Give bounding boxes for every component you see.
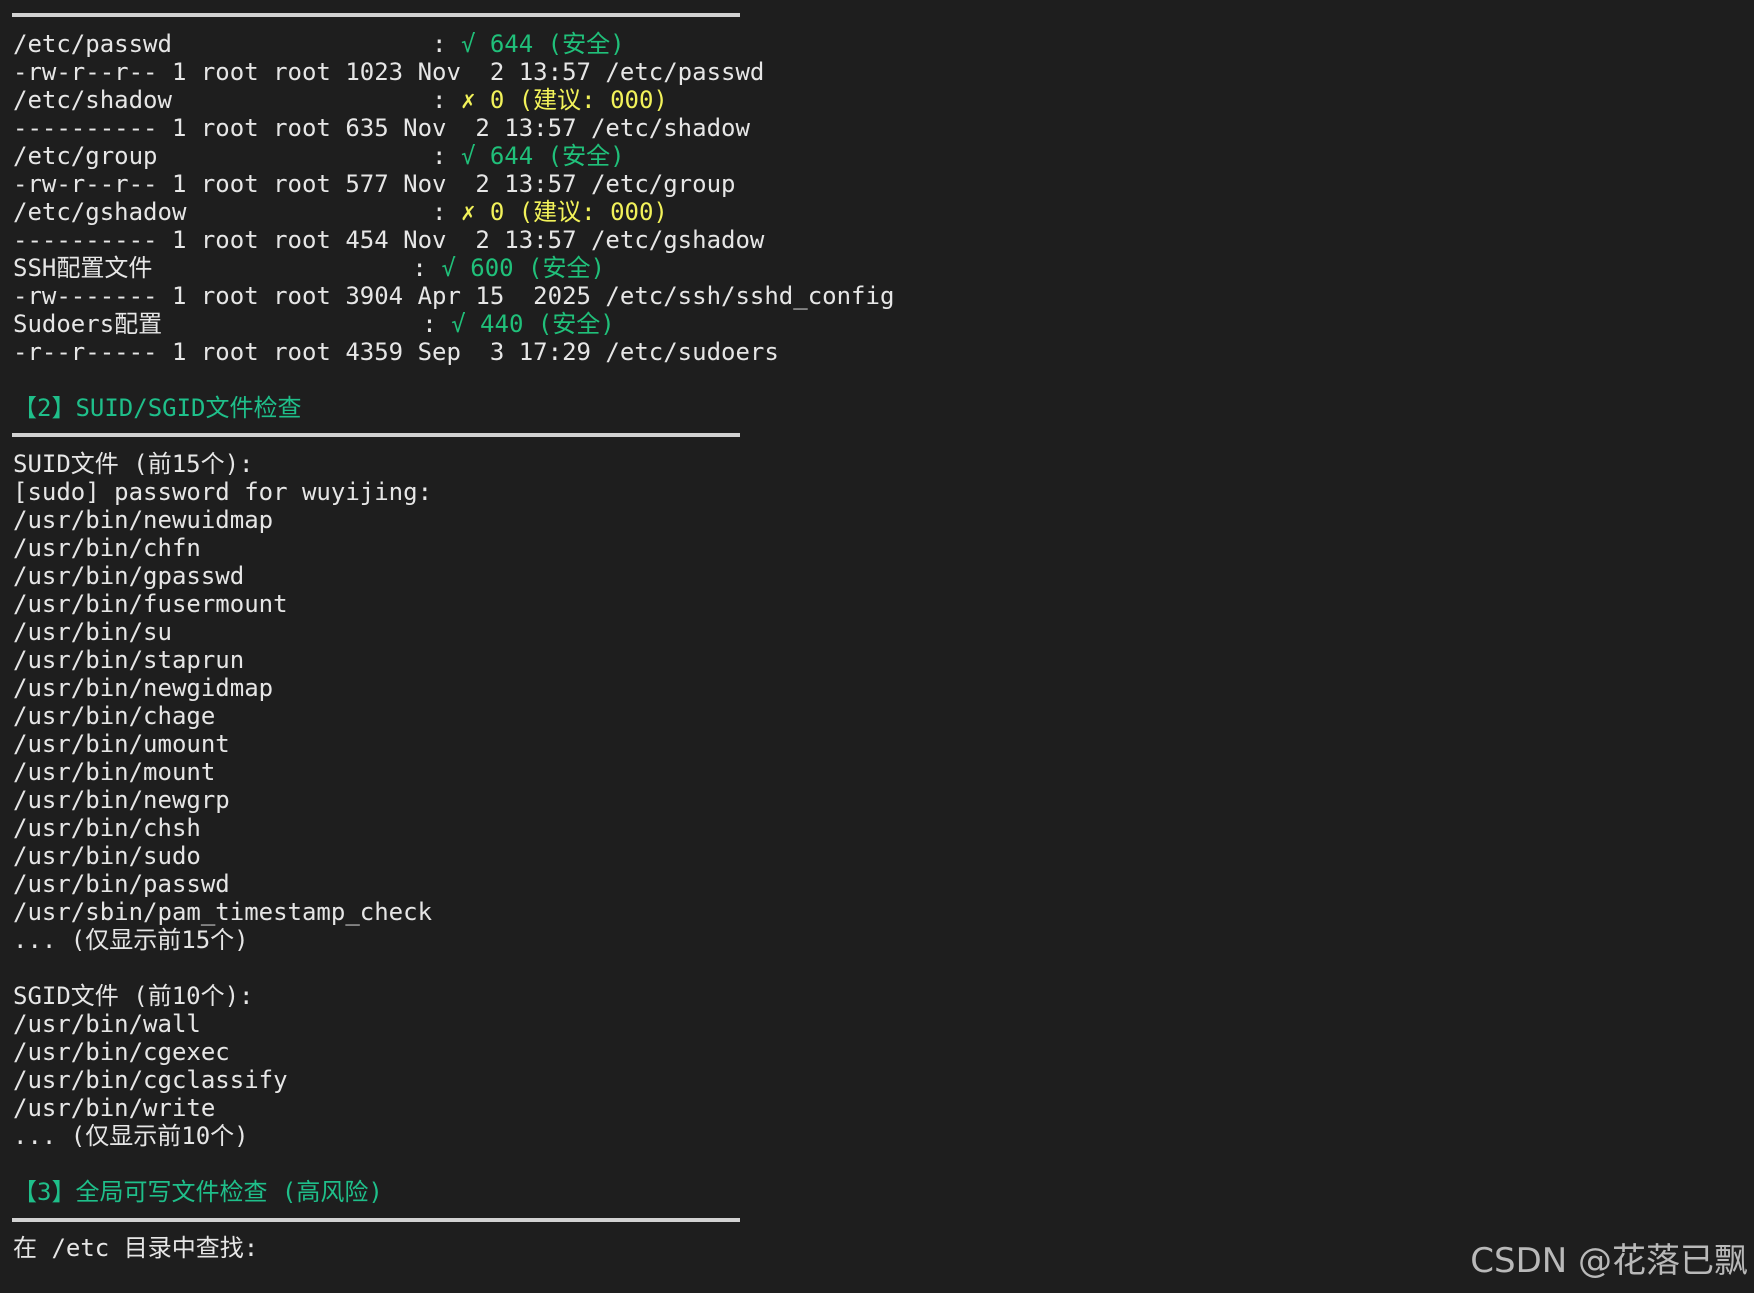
- terminal-text-segment: √ 644 (安全): [460, 142, 625, 170]
- terminal-line: [sudo] password for wuyijing:: [13, 478, 1754, 506]
- terminal-line: ---------- 1 root root 454 Nov 2 13:57 /…: [13, 226, 1754, 254]
- terminal-line: /usr/bin/newgrp: [13, 786, 1754, 814]
- terminal-text-segment: SGID文件 (前10个):: [13, 982, 254, 1010]
- terminal-text-segment: √ 600 (安全): [441, 254, 605, 282]
- terminal-text-segment: /usr/bin/sudo: [13, 842, 201, 870]
- terminal-text-segment: /usr/bin/cgexec: [13, 1038, 230, 1066]
- terminal-text-segment: -rw-r--r-- 1 root root 577 Nov 2 13:57 /…: [13, 170, 736, 198]
- terminal-text-segment: /usr/bin/gpasswd: [13, 562, 245, 590]
- terminal-line: /usr/bin/newuidmap: [13, 506, 1754, 534]
- terminal-text-segment: 【2】SUID/SGID文件检查: [13, 394, 302, 422]
- terminal-text-segment: 【3】全局可写文件检查 (高风险): [13, 1178, 383, 1206]
- terminal-text-segment: /usr/bin/newuidmap: [13, 506, 274, 534]
- terminal-text-segment: ---------- 1 root root 635 Nov 2 13:57 /…: [13, 114, 750, 142]
- terminal-line: /usr/bin/mount: [13, 758, 1754, 786]
- terminal-line: /usr/bin/sudo: [13, 842, 1754, 870]
- terminal-line: Sudoers配置 : √ 440 (安全): [13, 310, 1754, 338]
- terminal-text-segment: ... (仅显示前10个): [13, 1122, 249, 1150]
- terminal-text-segment: /usr/bin/newgidmap: [13, 674, 274, 702]
- terminal-text-segment: √ 644 (安全): [460, 30, 625, 58]
- terminal-text-segment: -r--r----- 1 root root 4359 Sep 3 17:29 …: [13, 338, 779, 366]
- terminal-line: /usr/bin/chfn: [13, 534, 1754, 562]
- terminal-text-segment: /usr/bin/umount: [13, 730, 230, 758]
- terminal-text-segment: Sudoers配置 :: [13, 310, 452, 338]
- terminal-line: /etc/gshadow : ✗ 0 (建议: 000): [13, 198, 1754, 226]
- terminal-line: 【2】SUID/SGID文件检查: [13, 394, 1754, 422]
- terminal-line: SSH配置文件 : √ 600 (安全): [13, 254, 1754, 282]
- terminal-line: /etc/passwd : √ 644 (安全): [13, 30, 1754, 58]
- terminal-text-segment: /usr/bin/chage: [13, 702, 216, 730]
- terminal-line: SGID文件 (前10个):: [13, 982, 1754, 1010]
- terminal-text-segment: /etc/passwd :: [13, 30, 461, 58]
- terminal-text-segment: SUID文件 (前15个):: [13, 450, 254, 478]
- terminal-text-segment: 在 /etc 目录中查找:: [13, 1234, 259, 1262]
- terminal-line: /usr/bin/staprun: [13, 646, 1754, 674]
- terminal-line: /usr/bin/write: [13, 1094, 1754, 1122]
- terminal-text-segment: /usr/bin/newgrp: [13, 786, 230, 814]
- terminal-text-segment: √ 440 (安全): [451, 310, 615, 338]
- terminal-text-segment: /etc/group :: [13, 142, 461, 170]
- terminal-line: /usr/bin/su: [13, 618, 1754, 646]
- terminal-text-segment: ---------- 1 root root 454 Nov 2 13:57 /…: [13, 226, 765, 254]
- terminal-line: -rw-r--r-- 1 root root 577 Nov 2 13:57 /…: [13, 170, 1754, 198]
- terminal-line: /etc/group : √ 644 (安全): [13, 142, 1754, 170]
- terminal-output: /etc/passwd : √ 644 (安全) -rw-r--r-- 1 roo…: [13, 30, 1754, 1262]
- terminal-line: /usr/bin/cgclassify: [13, 1066, 1754, 1094]
- terminal-text-segment: -rw------- 1 root root 3904 Apr 15 2025 …: [13, 282, 895, 310]
- terminal-text-segment: -rw-r--r-- 1 root root 1023 Nov 2 13:57 …: [13, 58, 765, 86]
- terminal-text-segment: /usr/bin/chsh: [13, 814, 201, 842]
- terminal-text-segment: ✗ 0 (建议: 000): [460, 86, 668, 114]
- terminal-line: /usr/sbin/pam_timestamp_check: [13, 898, 1754, 926]
- terminal-text-segment: /usr/bin/su: [13, 618, 172, 646]
- terminal-text-segment: ✗ 0 (建议: 000): [460, 198, 668, 226]
- terminal-line: -rw------- 1 root root 3904 Apr 15 2025 …: [13, 282, 1754, 310]
- terminal-text-segment: /etc/shadow :: [13, 86, 461, 114]
- terminal-text-segment: /usr/bin/chfn: [13, 534, 201, 562]
- terminal-line: /usr/bin/gpasswd: [13, 562, 1754, 590]
- terminal-text-segment: /usr/bin/write: [13, 1094, 216, 1122]
- terminal-text-segment: /etc/gshadow :: [13, 198, 461, 226]
- terminal-line: /usr/bin/fusermount: [13, 590, 1754, 618]
- terminal-window[interactable]: /etc/passwd : √ 644 (安全) -rw-r--r-- 1 roo…: [0, 0, 1754, 1293]
- terminal-line: /usr/bin/cgexec: [13, 1038, 1754, 1066]
- terminal-line: ... (仅显示前10个): [13, 1122, 1754, 1150]
- terminal-text-segment: /usr/bin/wall: [13, 1010, 201, 1038]
- terminal-line: SUID文件 (前15个):: [13, 450, 1754, 478]
- terminal-text-segment: /usr/sbin/pam_timestamp_check: [13, 898, 433, 926]
- watermark: CSDN @花落已飘: [1470, 1241, 1748, 1281]
- terminal-line: -r--r----- 1 root root 4359 Sep 3 17:29 …: [13, 338, 1754, 366]
- terminal-line: /etc/shadow : ✗ 0 (建议: 000): [13, 86, 1754, 114]
- terminal-line: /usr/bin/umount: [13, 730, 1754, 758]
- terminal-line: /usr/bin/chsh: [13, 814, 1754, 842]
- terminal-line: /usr/bin/chage: [13, 702, 1754, 730]
- terminal-text-segment: /usr/bin/cgclassify: [13, 1066, 288, 1094]
- terminal-text-segment: [sudo] password for wuyijing:: [13, 478, 433, 506]
- terminal-text-segment: ... (仅显示前15个): [13, 926, 249, 954]
- terminal-line: /usr/bin/passwd: [13, 870, 1754, 898]
- terminal-text-segment: /usr/bin/fusermount: [13, 590, 288, 618]
- section-divider: [12, 13, 740, 17]
- terminal-line: ---------- 1 root root 635 Nov 2 13:57 /…: [13, 114, 1754, 142]
- terminal-text-segment: /usr/bin/staprun: [13, 646, 245, 674]
- terminal-line: ... (仅显示前15个): [13, 926, 1754, 954]
- terminal-line: -rw-r--r-- 1 root root 1023 Nov 2 13:57 …: [13, 58, 1754, 86]
- terminal-line: /usr/bin/wall: [13, 1010, 1754, 1038]
- terminal-line: 【3】全局可写文件检查 (高风险): [13, 1178, 1754, 1206]
- terminal-text-segment: /usr/bin/mount: [13, 758, 216, 786]
- terminal-line: /usr/bin/newgidmap: [13, 674, 1754, 702]
- terminal-text-segment: /usr/bin/passwd: [13, 870, 230, 898]
- terminal-text-segment: SSH配置文件 :: [13, 254, 442, 282]
